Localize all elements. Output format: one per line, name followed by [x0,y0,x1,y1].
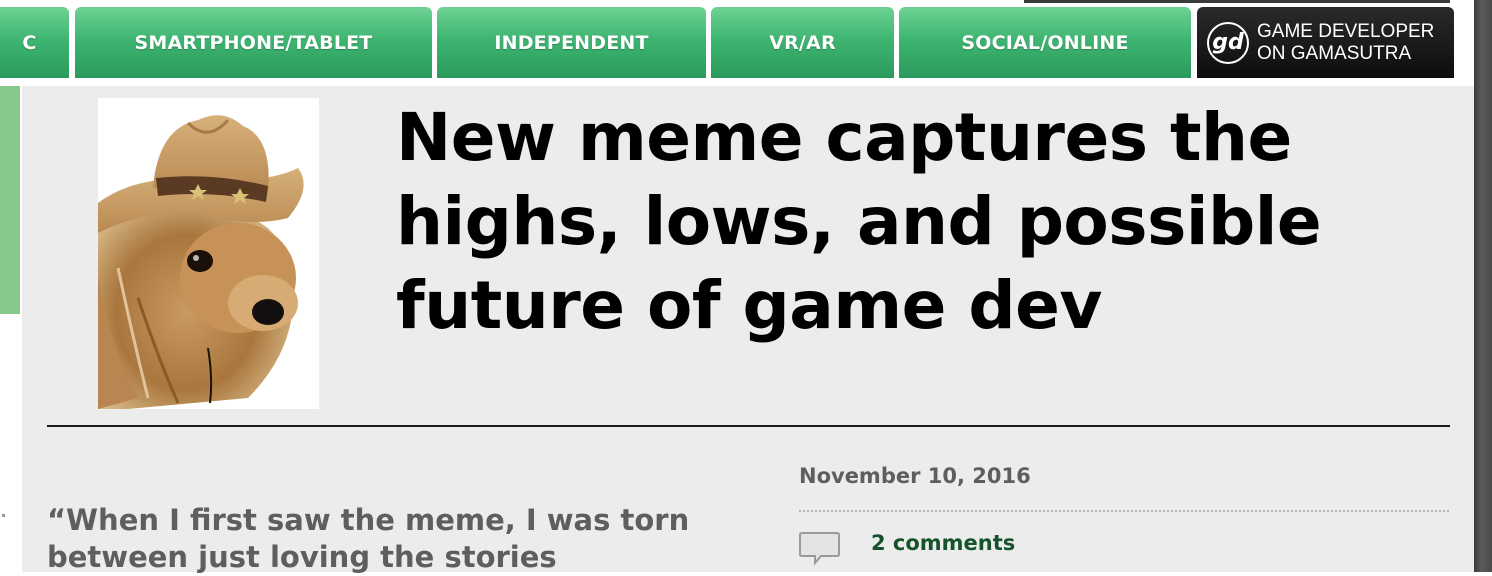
gd-logo-icon: gd [1207,21,1249,64]
brand-line-2: ON GAMASUTRA [1257,42,1412,64]
brand-text: GAME DEVELOPER ON GAMASUTRA [1257,21,1434,65]
tab-partial-c[interactable]: C [0,7,69,78]
tab-label: SMARTPHONE/TABLET [134,31,373,54]
tab-label: VR/AR [769,31,836,54]
brand-line-1: GAME DEVELOPER [1257,20,1435,42]
tab-independent[interactable]: INDEPENDENT [437,7,706,78]
tab-smartphone-tablet[interactable]: SMARTPHONE/TABLET [75,7,432,78]
game-developer-brand-tab[interactable]: gd GAME DEVELOPER ON GAMASUTRA [1197,7,1454,78]
tab-label: INDEPENDENT [494,31,649,54]
article-date: November 10, 2016 [799,464,1031,488]
left-divider [0,438,18,441]
headline-divider [47,425,1450,427]
tab-label: SOCIAL/ONLINE [961,31,1129,54]
article-headline[interactable]: New meme captures the highs, lows, and p… [396,96,1456,348]
comments-link[interactable]: 2 comments [871,531,1015,555]
left-marker [2,514,5,517]
comment-bubble-icon[interactable] [799,530,841,566]
dog-in-cowboy-hat-image [98,115,304,409]
top-dark-strip [1024,0,1450,3]
tab-label: C [22,31,37,54]
dotted-separator [799,510,1449,512]
tab-social-online[interactable]: SOCIAL/ONLINE [899,7,1191,78]
window-scrollbar-edge[interactable] [1474,0,1492,572]
article-thumbnail[interactable] [98,98,319,409]
tab-vr-ar[interactable]: VR/AR [711,7,894,78]
article-pull-quote: “When I first saw the meme, I was torn b… [47,503,690,574]
left-sidebar-accent [0,86,20,314]
